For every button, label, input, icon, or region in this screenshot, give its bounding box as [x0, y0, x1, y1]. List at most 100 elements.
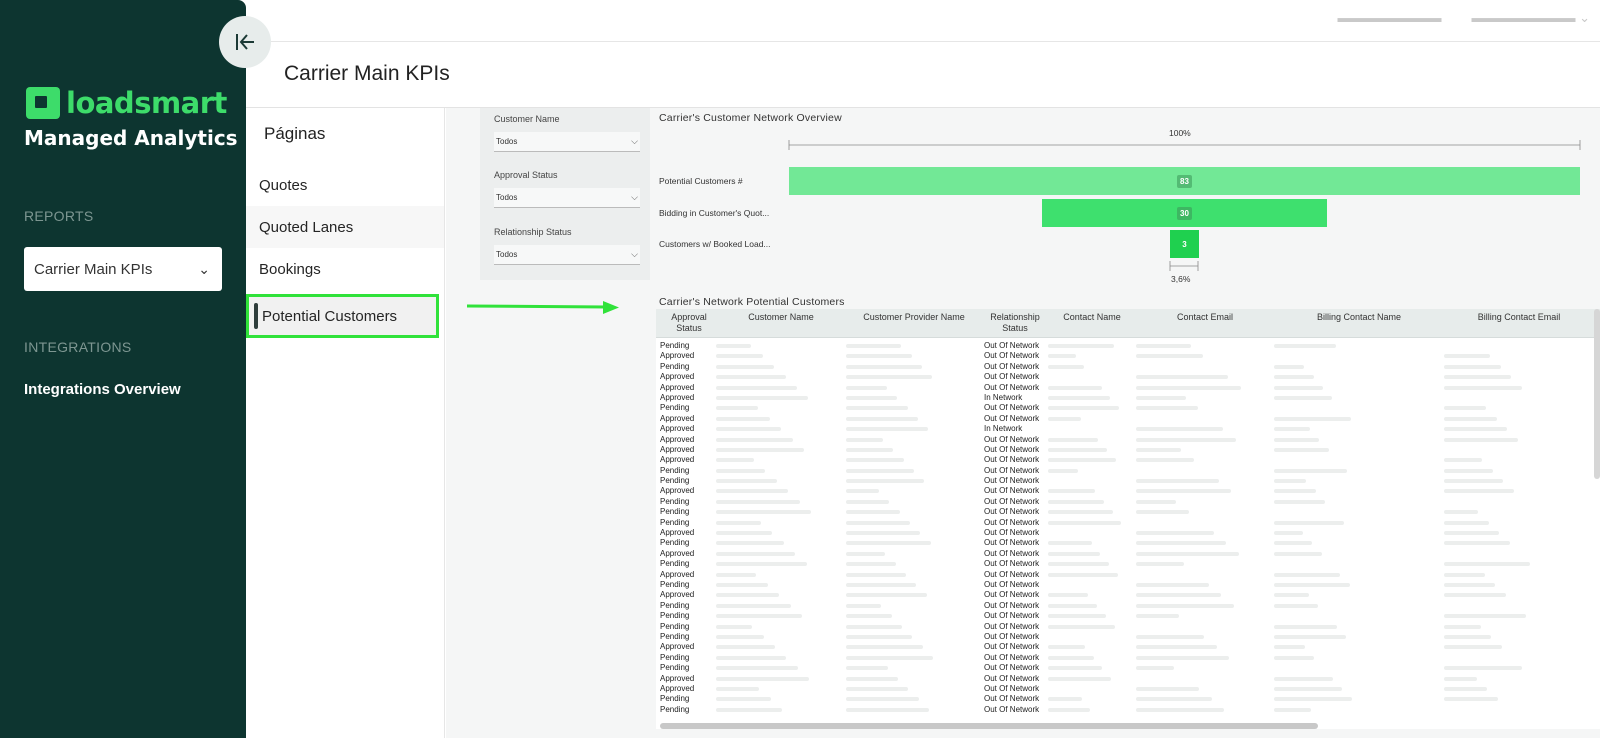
redacted-cell: [1444, 593, 1506, 598]
page-item-potential-customers[interactable]: Potential Customers: [246, 294, 439, 338]
table-row[interactable]: Approved Out Of Network: [656, 372, 1600, 382]
column-header[interactable]: Contact Email: [1136, 312, 1274, 323]
redacted-cell: [1048, 344, 1114, 348]
table-row[interactable]: Pending Out Of Network: [656, 611, 1600, 621]
table-row[interactable]: Approved Out Of Network: [656, 570, 1600, 580]
page-item-label: Quoted Lanes: [259, 218, 354, 236]
column-header[interactable]: Billing Contact Email: [1444, 312, 1594, 323]
column-header[interactable]: Customer Name: [716, 312, 846, 323]
table-row[interactable]: Approved Out Of Network: [656, 528, 1600, 538]
page-item-quotes[interactable]: Quotes: [246, 164, 444, 206]
table-row[interactable]: Approved Out Of Network: [656, 642, 1600, 652]
redacted-cell: [1444, 686, 1488, 691]
funnel-bar[interactable]: 30: [1041, 199, 1328, 227]
redacted-cell: [846, 416, 918, 421]
table-row[interactable]: Pending Out Of Network: [656, 663, 1600, 673]
table-row[interactable]: Pending Out Of Network: [656, 559, 1600, 569]
table-row[interactable]: Pending Out Of Network: [656, 476, 1600, 486]
relationship-status-cell: Out Of Network: [984, 413, 1040, 423]
page-item-quoted-lanes[interactable]: Quoted Lanes: [246, 206, 444, 248]
table-row[interactable]: Pending Out Of Network: [656, 403, 1600, 413]
table-row[interactable]: Approved Out Of Network: [656, 674, 1600, 684]
brand-logo[interactable]: loadsmart: [26, 86, 227, 120]
funnel-bar[interactable]: 83: [789, 167, 1580, 195]
approval-status-cell: Pending: [660, 403, 690, 413]
redacted-cell: [1274, 582, 1350, 587]
redacted-cell: [1274, 375, 1314, 380]
relationship-status-cell: Out Of Network: [984, 496, 1040, 506]
integrations-overview-link[interactable]: Integrations Overview: [24, 381, 181, 398]
table-row[interactable]: Pending Out Of Network: [656, 622, 1600, 632]
redacted-cell: [1136, 427, 1224, 432]
approval-status-cell: Pending: [660, 611, 690, 621]
table-row[interactable]: Pending Out Of Network: [656, 341, 1600, 351]
redacted-cell: [1048, 510, 1113, 515]
table-row[interactable]: Approved Out Of Network: [656, 414, 1600, 424]
page-item-bookings[interactable]: Bookings: [246, 248, 444, 290]
redacted-cell: [1136, 551, 1239, 556]
table-row[interactable]: Pending Out Of Network: [656, 497, 1600, 507]
redacted-cell: [716, 572, 757, 577]
redacted-cell: [1274, 603, 1318, 608]
table-row[interactable]: Approved Out Of Network: [656, 435, 1600, 445]
filter-dropdown[interactable]: Todos ⌵: [494, 132, 640, 152]
approval-status-filter[interactable]: Approval Status Todos ⌵: [494, 170, 640, 208]
table-row[interactable]: Pending Out Of Network: [656, 507, 1600, 517]
redacted-cell: [846, 427, 929, 432]
table-row[interactable]: Pending Out Of Network: [656, 580, 1600, 590]
relationship-status-filter[interactable]: Relationship Status Todos ⌵: [494, 227, 640, 265]
table-row[interactable]: Approved Out Of Network: [656, 383, 1600, 393]
table-row[interactable]: Approved Out Of Network: [656, 455, 1600, 465]
redacted-cell: [1444, 406, 1487, 411]
horizontal-scrollbar[interactable]: [660, 723, 1318, 729]
account-menu[interactable]: ▬▬▬▬▬▬▬▬ ▬▬▬▬▬▬▬▬ ⌄: [1337, 10, 1590, 26]
approval-status-cell: Pending: [660, 476, 690, 486]
table-row[interactable]: Pending Out Of Network: [656, 601, 1600, 611]
collapse-sidebar-button[interactable]: [219, 16, 271, 68]
table-row[interactable]: Pending Out Of Network: [656, 694, 1600, 704]
filter-dropdown[interactable]: Todos ⌵: [494, 245, 640, 265]
potential-customers-table[interactable]: Approval Status Customer Name Customer Pro…: [656, 309, 1600, 729]
column-header[interactable]: Approval Status: [660, 312, 718, 334]
redacted-cell: [1048, 437, 1099, 442]
table-row[interactable]: Approved Out Of Network: [656, 549, 1600, 559]
redacted-cell: [1444, 562, 1531, 567]
redacted-cell: [846, 686, 909, 691]
redacted-cell: [1136, 686, 1200, 691]
table-row[interactable]: Pending Out Of Network: [656, 653, 1600, 663]
table-row[interactable]: Pending Out Of Network: [656, 538, 1600, 548]
table-row[interactable]: Approved In Network: [656, 393, 1600, 403]
table-row[interactable]: Approved Out Of Network: [656, 486, 1600, 496]
column-header[interactable]: Relationship Status: [982, 312, 1048, 334]
table-row[interactable]: Pending Out Of Network: [656, 518, 1600, 528]
collapse-left-icon: [236, 34, 254, 50]
funnel-title: Carrier's Customer Network Overview: [659, 112, 842, 124]
funnel-bar[interactable]: 3: [1170, 230, 1199, 258]
customer-name-filter[interactable]: Customer Name Todos ⌵: [494, 114, 640, 152]
table-row[interactable]: Pending Out Of Network: [656, 705, 1600, 715]
table-row[interactable]: Approved In Network: [656, 424, 1600, 434]
redacted-cell: [846, 385, 887, 390]
column-header[interactable]: Contact Name: [1048, 312, 1136, 323]
redacted-cell: [1274, 385, 1323, 390]
table-row[interactable]: Approved Out Of Network: [656, 684, 1600, 694]
redacted-cell: [1048, 645, 1085, 650]
table-row[interactable]: Pending Out Of Network: [656, 362, 1600, 372]
redacted-cell: [1444, 458, 1483, 463]
column-header[interactable]: Billing Contact Name: [1274, 312, 1444, 323]
report-select-value: Carrier Main KPIs: [34, 260, 153, 278]
redacted-cell: [1048, 676, 1112, 681]
table-row[interactable]: Approved Out Of Network: [656, 590, 1600, 600]
filter-dropdown[interactable]: Todos ⌵: [494, 188, 640, 208]
redacted-cell: [1444, 634, 1492, 639]
table-row[interactable]: Pending Out Of Network: [656, 632, 1600, 642]
approval-status-cell: Approved: [660, 434, 695, 444]
table-row[interactable]: Approved Out Of Network: [656, 445, 1600, 455]
report-select[interactable]: Carrier Main KPIs ⌄: [24, 247, 222, 291]
table-row[interactable]: Approved Out Of Network: [656, 351, 1600, 361]
redacted-cell: [1136, 603, 1234, 608]
column-header[interactable]: Customer Provider Name: [846, 312, 982, 323]
table-row[interactable]: Pending Out Of Network: [656, 466, 1600, 476]
redacted-cell: [1048, 624, 1115, 629]
vertical-scrollbar[interactable]: [1594, 309, 1600, 479]
